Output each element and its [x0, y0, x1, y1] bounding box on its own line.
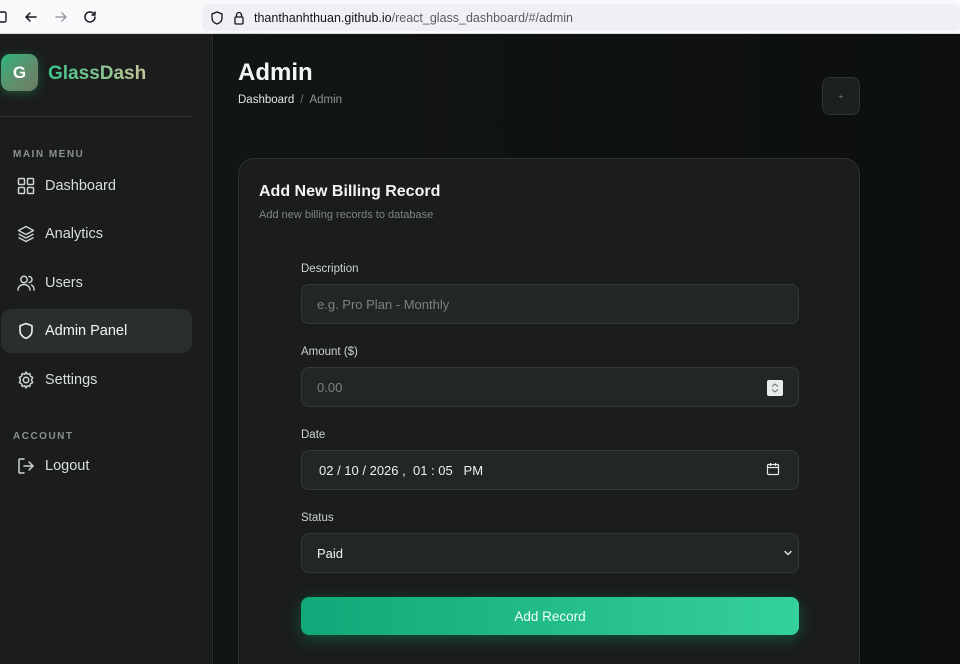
shield-icon [19, 322, 33, 340]
address-bar[interactable]: thanthanhthuan.github.io/react_glass_das… [202, 4, 960, 31]
description-label: Description [301, 263, 359, 275]
grid-icon [17, 177, 35, 195]
sidebar-toggle-icon[interactable] [0, 9, 10, 25]
billing-form-card: Add New Billing Record Add new billing r… [238, 158, 860, 664]
sidebar-item-settings[interactable]: Settings [1, 358, 192, 402]
breadcrumb-separator: / [300, 94, 304, 106]
account-label: ACCOUNT [13, 431, 74, 442]
brand-name: GlassDash [48, 63, 147, 84]
sidebar-item-users[interactable]: Users [1, 261, 192, 305]
sidebar-item-label: Users [45, 275, 83, 291]
breadcrumb: Dashboard / Admin [238, 94, 342, 106]
sidebar-item-label: Logout [45, 458, 90, 474]
main-menu-label: MAIN MENU [13, 149, 85, 160]
sidebar-item-analytics[interactable]: Analytics [1, 212, 192, 256]
breadcrumb-dashboard[interactable]: Dashboard [238, 94, 294, 106]
shield-tracking-icon[interactable] [209, 10, 225, 26]
sidebar-divider [0, 116, 192, 117]
sidebar-item-logout[interactable]: Logout [1, 444, 192, 488]
calendar-icon[interactable] [766, 462, 780, 476]
breadcrumb-admin: Admin [309, 94, 343, 106]
amount-label: Amount ($) [301, 346, 358, 358]
chevron-down-icon [784, 550, 792, 556]
users-icon [17, 275, 35, 291]
status-select[interactable]: Paid [301, 533, 799, 573]
sidebar-item-label: Settings [45, 372, 98, 388]
description-input[interactable]: e.g. Pro Plan - Monthly [301, 284, 799, 324]
sidebar-item-admin-panel[interactable]: Admin Panel [1, 309, 192, 353]
lock-icon[interactable] [231, 10, 247, 26]
sidebar-item-label: Admin Panel [45, 323, 128, 339]
logo-badge: G [1, 54, 38, 91]
page-title: Admin [238, 59, 313, 86]
amount-input[interactable]: 0.00 [301, 367, 799, 407]
header-action-button[interactable]: + [822, 77, 860, 115]
amount-placeholder: 0.00 [317, 380, 343, 395]
main-content: Admin Dashboard / Admin + Add New Billing … [214, 34, 960, 664]
description-placeholder: e.g. Pro Plan - Monthly [317, 297, 450, 312]
logout-icon [18, 458, 34, 474]
reload-icon[interactable] [82, 9, 98, 25]
add-record-button[interactable]: Add Record [301, 597, 799, 635]
url-text[interactable]: thanthanhthuan.github.io/react_glass_das… [254, 11, 573, 25]
date-value: 02 / 10 / 2026 , 01 : 05 PM [319, 463, 484, 478]
status-label: Status [301, 512, 334, 524]
form-subtitle: Add new billing records to database [259, 209, 434, 221]
form-title: Add New Billing Record [259, 183, 441, 200]
status-value: Paid [317, 546, 344, 561]
sidebar-item-label: Analytics [45, 226, 104, 242]
sidebar-item-dashboard[interactable]: Dashboard [1, 164, 192, 208]
amount-spinner[interactable] [767, 380, 783, 396]
date-input[interactable]: 02 / 10 / 2026 , 01 : 05 PM [301, 450, 799, 490]
back-arrow-icon[interactable] [23, 9, 39, 25]
layers-icon [17, 225, 35, 243]
gear-icon [18, 371, 34, 389]
url-host: thanthanhthuan.github.io [254, 11, 392, 25]
spinner-arrows-icon [771, 383, 779, 393]
url-path: /react_glass_dashboard/#/admin [391, 11, 573, 25]
date-label: Date [301, 429, 326, 441]
forward-arrow-icon[interactable] [53, 9, 69, 25]
browser-toolbar: thanthanhthuan.github.io/react_glass_das… [0, 0, 960, 34]
sidebar-item-label: Dashboard [45, 178, 116, 194]
sidebar: G GlassDash MAIN MENU Dashboard Analytic… [0, 34, 213, 664]
